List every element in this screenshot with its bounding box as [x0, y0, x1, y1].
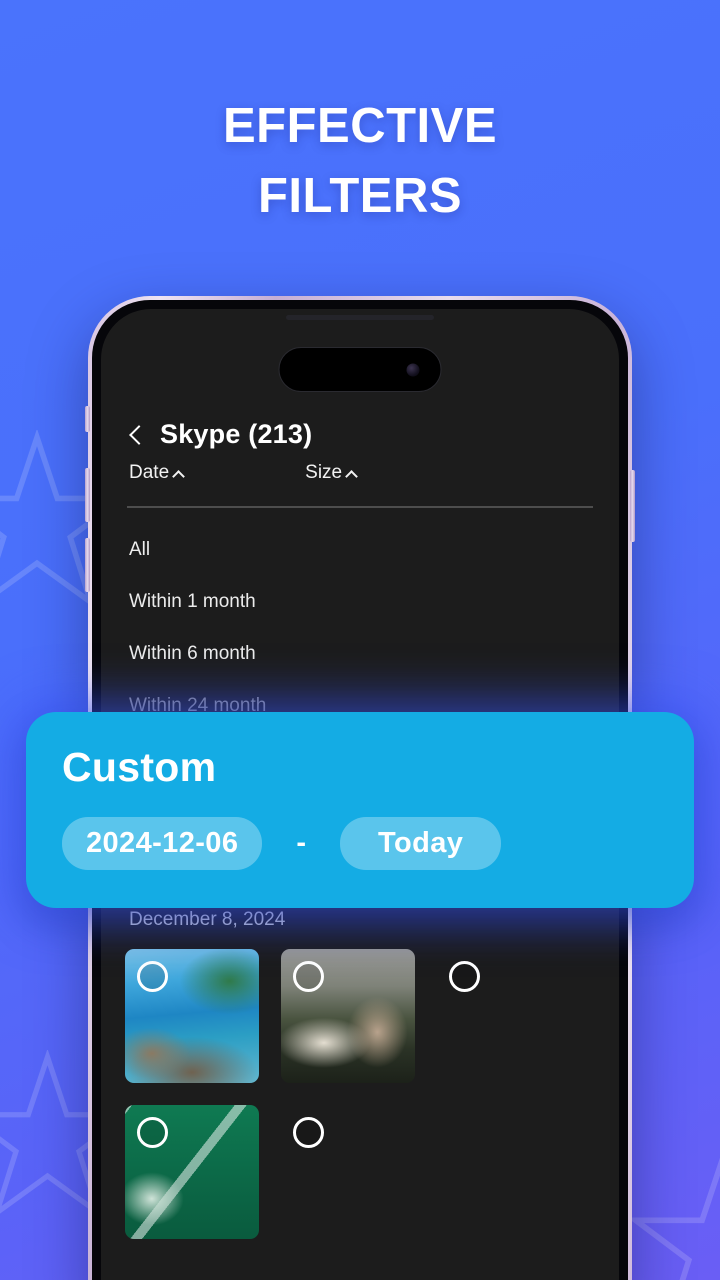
headline-line-2: FILTERS — [257, 168, 463, 223]
promo-headline: EFFECTIVE FILTERS — [0, 92, 720, 231]
date-to-chip[interactable]: Today — [340, 817, 502, 870]
divider — [127, 506, 593, 508]
date-range-row: 2024-12-06 - Today — [62, 817, 694, 870]
caret-up-icon — [345, 469, 358, 483]
custom-date-range-panel: Custom 2024-12-06 - Today — [26, 712, 694, 908]
front-camera-icon — [406, 363, 420, 376]
photo-thumbnail-book-and-mug[interactable] — [281, 949, 415, 1083]
caret-up-icon — [172, 469, 186, 483]
date-from-chip[interactable]: 2024-12-06 — [62, 817, 263, 870]
sort-tab-size-label: Size — [305, 462, 343, 483]
promo-stage: EFFECTIVE FILTERS Skype (213) Date Size … — [0, 0, 720, 1280]
selection-circle-icon[interactable] — [293, 1117, 324, 1148]
photo-thumbnail-food-bowls[interactable] — [281, 1105, 415, 1239]
sort-tab-size[interactable]: Size — [305, 462, 358, 484]
date-range-separator: - — [296, 827, 307, 859]
sort-tab-date-label: Date — [129, 462, 170, 483]
photo-section-date-header: December 8, 2024 — [129, 909, 286, 930]
filter-option-all[interactable]: All — [129, 524, 595, 576]
sort-tabs-row: Date Size — [125, 462, 595, 484]
mute-switch[interactable] — [85, 406, 90, 432]
selection-circle-icon[interactable] — [137, 1117, 168, 1148]
selection-circle-icon[interactable] — [137, 961, 168, 992]
filter-option-6-month[interactable]: Within 6 month — [129, 628, 595, 680]
photo-thumbnail-tennis-court[interactable] — [125, 1105, 259, 1239]
sort-tab-date[interactable]: Date — [129, 462, 186, 484]
dynamic-island — [278, 347, 442, 392]
selection-circle-icon[interactable] — [449, 961, 480, 992]
filter-options-list: All Within 1 month Within 6 month Within… — [125, 524, 595, 732]
app-bar: Skype (213) — [125, 419, 595, 450]
back-chevron-icon[interactable] — [129, 424, 142, 446]
star-outline-decoration-icon — [628, 1157, 720, 1280]
power-button[interactable] — [630, 470, 635, 542]
page-title: Skype (213) — [160, 419, 313, 449]
photo-thumbnail-coastline[interactable] — [125, 949, 259, 1083]
volume-down-button[interactable] — [85, 538, 90, 592]
custom-panel-title: Custom — [62, 744, 217, 790]
photo-grid — [125, 949, 597, 1239]
selection-circle-icon[interactable] — [293, 961, 324, 992]
photo-thumbnail-sunset-flower[interactable] — [437, 949, 571, 1083]
volume-up-button[interactable] — [85, 468, 90, 522]
headline-line-1: EFFECTIVE — [222, 99, 498, 153]
filter-option-1-month[interactable]: Within 1 month — [129, 576, 595, 628]
